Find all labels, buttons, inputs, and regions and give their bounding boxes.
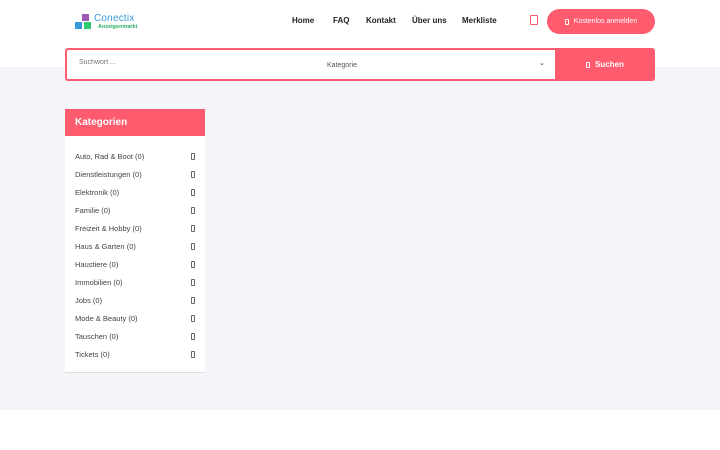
user-icon: [564, 18, 569, 25]
category-select[interactable]: Kategorie: [327, 62, 357, 69]
category-item[interactable]: Elektronik (0): [65, 183, 205, 201]
chevron-right-icon: [191, 152, 195, 160]
search-bar: Kategorie ⌄: [65, 48, 555, 81]
nav-home[interactable]: Home: [292, 16, 314, 25]
search-icon: [586, 61, 591, 68]
chevron-right-icon: [191, 314, 195, 322]
register-button[interactable]: Kostenlos anmelden: [547, 9, 655, 34]
category-item[interactable]: Tickets (0): [65, 345, 205, 363]
brand-tagline: Anzeigenmarkt: [98, 24, 138, 30]
category-label: Tickets (0): [75, 349, 110, 359]
category-item[interactable]: Jobs (0): [65, 291, 205, 309]
category-label: Dienstleistungen (0): [75, 169, 142, 179]
chevron-right-icon: [191, 332, 195, 340]
category-label: Haustiere (0): [75, 259, 119, 269]
logo-mark-3: [84, 22, 91, 29]
search-button[interactable]: Suchen: [555, 48, 655, 81]
chevron-right-icon: [191, 260, 195, 268]
chevron-right-icon: [191, 170, 195, 178]
logo-mark-2: [75, 22, 82, 29]
category-list: Auto, Rad & Boot (0) Dienstleistungen (0…: [65, 136, 205, 363]
category-item[interactable]: Familie (0): [65, 201, 205, 219]
brand-name: Conectix: [94, 13, 135, 24]
category-item[interactable]: Dienstleistungen (0): [65, 165, 205, 183]
chevron-right-icon: [191, 296, 195, 304]
chevron-down-icon[interactable]: ⌄: [539, 59, 545, 67]
category-item[interactable]: Freizeit & Hobby (0): [65, 219, 205, 237]
category-item[interactable]: Immobilien (0): [65, 273, 205, 291]
search-input[interactable]: [79, 59, 279, 66]
nav-ueber-uns[interactable]: Über uns: [412, 16, 447, 25]
search-button-label: Suchen: [595, 60, 624, 69]
sidebar-title: Kategorien: [65, 109, 205, 136]
category-label: Elektronik (0): [75, 187, 120, 197]
category-label: Mode & Beauty (0): [75, 313, 138, 323]
category-sidebar: Kategorien Auto, Rad & Boot (0) Dienstle…: [65, 109, 205, 373]
nav-kontakt[interactable]: Kontakt: [366, 16, 396, 25]
category-label: Immobilien (0): [75, 277, 123, 287]
chevron-right-icon: [191, 206, 195, 214]
category-label: Freizeit & Hobby (0): [75, 223, 142, 233]
category-item[interactable]: Auto, Rad & Boot (0): [65, 147, 205, 165]
chevron-right-icon: [191, 224, 195, 232]
chevron-right-icon: [191, 350, 195, 358]
chevron-right-icon: [191, 188, 195, 196]
register-button-label: Kostenlos anmelden: [573, 18, 638, 25]
nav-faq[interactable]: FAQ: [333, 16, 349, 25]
heart-icon[interactable]: [530, 15, 538, 25]
logo-mark: [82, 14, 89, 21]
nav-merkliste[interactable]: Merkliste: [462, 16, 497, 25]
category-item[interactable]: Haustiere (0): [65, 255, 205, 273]
category-item[interactable]: Mode & Beauty (0): [65, 309, 205, 327]
category-label: Auto, Rad & Boot (0): [75, 151, 145, 161]
chevron-right-icon: [191, 278, 195, 286]
category-label: Familie (0): [75, 205, 111, 215]
category-label: Haus & Garten (0): [75, 241, 136, 251]
category-label: Jobs (0): [75, 295, 103, 305]
category-item[interactable]: Haus & Garten (0): [65, 237, 205, 255]
chevron-right-icon: [191, 242, 195, 250]
category-label: Tauschen (0): [75, 331, 119, 341]
logo[interactable]: Conectix Anzeigenmarkt: [75, 13, 155, 34]
category-item[interactable]: Tauschen (0): [65, 327, 205, 345]
